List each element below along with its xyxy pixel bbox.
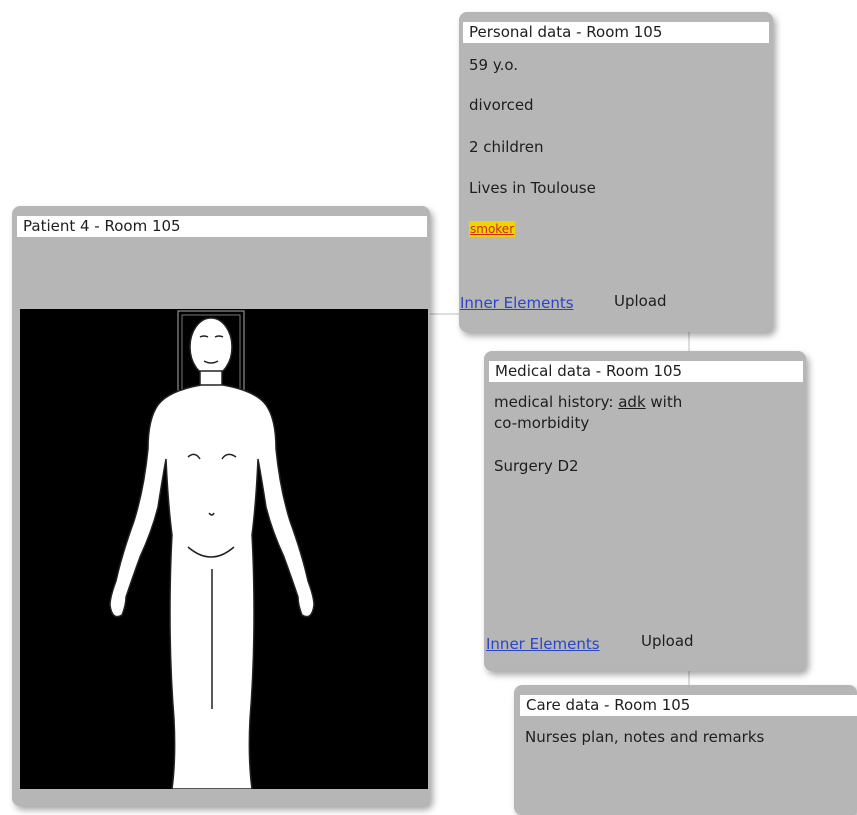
personal-inner-elements-link[interactable]: Inner Elements	[460, 294, 574, 312]
body-map[interactable]	[20, 309, 428, 789]
personal-children: 2 children	[469, 138, 544, 156]
medical-history-comorbidity: co-morbidity	[494, 414, 590, 432]
medical-history-suffix: with	[645, 393, 683, 411]
medical-data-card[interactable]: Medical data - Room 105 medical history:…	[484, 351, 806, 671]
personal-data-title: Personal data - Room 105	[463, 22, 769, 43]
personal-residence: Lives in Toulouse	[469, 179, 596, 197]
medical-upload-button[interactable]: Upload	[641, 632, 694, 650]
medical-inner-elements-link[interactable]: Inner Elements	[486, 635, 600, 653]
care-data-card[interactable]: Care data - Room 105 Nurses plan, notes …	[514, 685, 857, 815]
personal-age: 59 y.o.	[469, 56, 519, 74]
medical-data-title: Medical data - Room 105	[489, 361, 803, 382]
care-data-title: Care data - Room 105	[520, 695, 857, 716]
smoker-tag[interactable]: smoker	[469, 221, 516, 237]
medical-history-prefix: medical history:	[494, 393, 619, 411]
medical-history-abbr[interactable]: adk	[618, 393, 645, 411]
personal-data-card[interactable]: Personal data - Room 105 59 y.o. divorce…	[459, 12, 773, 332]
personal-upload-button[interactable]: Upload	[614, 292, 667, 310]
medical-surgery: Surgery D2	[494, 457, 579, 475]
care-notes: Nurses plan, notes and remarks	[525, 728, 765, 746]
human-body-figure	[109, 310, 315, 789]
personal-marital-status: divorced	[469, 96, 534, 114]
medical-history: medical history: adk with	[494, 393, 682, 411]
patient-card[interactable]: Patient 4 - Room 105	[12, 206, 430, 806]
patient-card-title: Patient 4 - Room 105	[17, 216, 427, 237]
